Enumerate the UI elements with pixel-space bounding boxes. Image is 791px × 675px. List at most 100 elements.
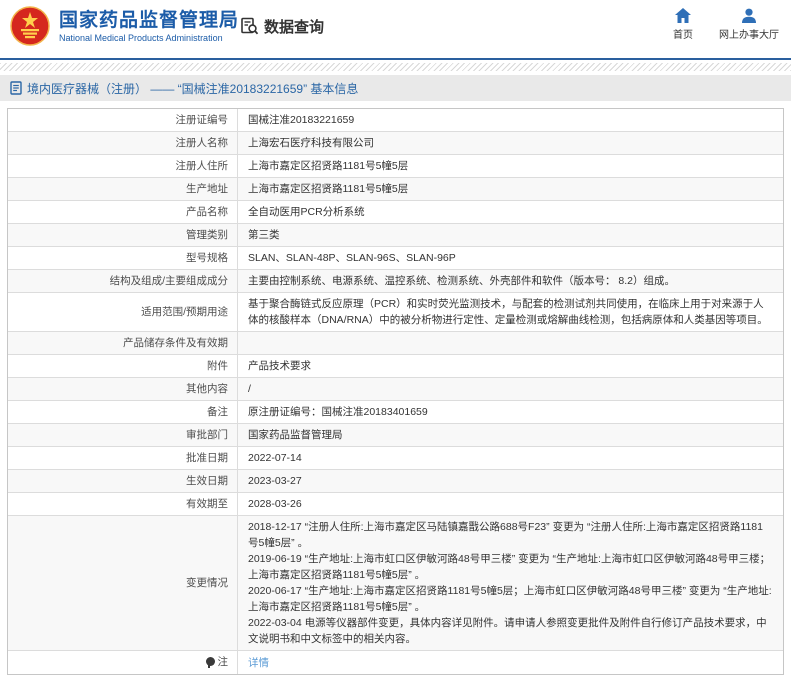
row-label-text: 有效期至 [186,497,228,512]
row-label-text: 注册证编号 [176,113,229,128]
data-query-section[interactable]: 数据查询 [240,16,324,37]
row-label-text: 附件 [207,359,228,374]
row-label-text: 批准日期 [186,451,228,466]
agency-title: 国家药品监督管理局 [59,9,239,32]
row-value: 产品技术要求 [238,355,783,377]
table-row: 其他内容 / [8,378,783,401]
row-value-text: 2023-03-27 [248,473,302,489]
table-row: 结构及组成/主要组成成分 主要由控制系统、电源系统、温控系统、检测系统、外壳部件和… [8,270,783,293]
row-value: 主要由控制系统、电源系统、温控系统、检测系统、外壳部件和软件（版本号： 8.2）… [238,270,783,292]
row-value [238,332,783,354]
row-value: 详情 [238,651,783,674]
data-query-icon [240,17,259,36]
row-value: 2023-03-27 [238,470,783,492]
nav-home-label: 首页 [673,26,693,41]
row-value-text: 上海宏石医疗科技有限公司 [248,135,374,151]
row-label: 附件 [8,355,238,377]
row-label: 注册证编号 [8,109,238,131]
row-value-text: / [248,381,251,397]
row-label-text: 结构及组成/主要组成成分 [110,274,228,289]
row-value-text: 上海市嘉定区招贤路1181号5幢5层 [248,181,408,197]
table-row: 产品储存条件及有效期 [8,332,783,355]
row-label: 有效期至 [8,493,238,515]
data-query-label: 数据查询 [264,16,324,37]
row-value-text: 2018-12-17 “注册人住所:上海市嘉定区马陆镇嘉戬公路688号F23” … [248,519,773,647]
row-label: 产品名称 [8,201,238,223]
brand: 国家药品监督管理局 National Medical Products Admi… [10,6,239,46]
row-label: 管理类别 [8,224,238,246]
table-row: 注册人住所 上海市嘉定区招贤路1181号5幢5层 [8,155,783,178]
table-row: 适用范围/预期用途基于聚合酶链式反应原理（PCR）和实时荧光监测技术，与配套的检… [8,293,783,332]
row-label-text: 管理类别 [186,228,228,243]
row-label-text: 生产地址 [186,182,228,197]
row-label-text: 注册人名称 [176,136,229,151]
row-value-text: 2028-03-26 [248,496,302,512]
row-value-text: 上海市嘉定区招贤路1181号5幢5层 [248,158,408,174]
row-label: 审批部门 [8,424,238,446]
row-value-text: 产品技术要求 [248,358,311,374]
top-nav: 首页 网上办事大厅 [673,8,779,41]
row-value: 国械注准20183221659 [238,109,783,131]
table-row: 管理类别第三类 [8,224,783,247]
row-label-text: 审批部门 [186,428,228,443]
row-label: 注 [8,651,238,674]
table-row: 批准日期 2022-07-14 [8,447,783,470]
row-label-text: 产品名称 [186,205,228,220]
row-value: 上海市嘉定区招贤路1181号5幢5层 [238,155,783,177]
table-row: 产品名称 全自动医用PCR分析系统 [8,201,783,224]
row-label-text: 产品储存条件及有效期 [123,336,228,351]
row-value-text: SLAN、SLAN-48P、SLAN-96S、SLAN-96P [248,250,456,266]
row-value-text: 全自动医用PCR分析系统 [248,204,365,220]
nav-service-hall[interactable]: 网上办事大厅 [719,8,779,41]
hatch-divider [0,63,791,71]
row-value: 上海市嘉定区招贤路1181号5幢5层 [238,178,783,200]
row-value: 全自动医用PCR分析系统 [238,201,783,223]
row-value: 国家药品监督管理局 [238,424,783,446]
row-label: 注册人名称 [8,132,238,154]
row-value: SLAN、SLAN-48P、SLAN-96S、SLAN-96P [238,247,783,269]
row-value: 2022-07-14 [238,447,783,469]
row-label: 变更情况 [8,516,238,650]
breadcrumb: 境内医疗器械（注册） —— “国械注准20183221659” 基本信息 [0,75,791,101]
document-icon [10,81,22,95]
row-value: 上海宏石医疗科技有限公司 [238,132,783,154]
row-label: 生产地址 [8,178,238,200]
row-label-text: 型号规格 [186,251,228,266]
table-row: 审批部门 国家药品监督管理局 [8,424,783,447]
row-label-text: 其他内容 [186,382,228,397]
table-row: 变更情况2018-12-17 “注册人住所:上海市嘉定区马陆镇嘉戬公路688号F… [8,516,783,651]
row-label-text: 备注 [207,405,228,420]
nmpa-emblem-logo [10,6,50,46]
table-row: 备注 原注册证编号：国械注准20183401659 [8,401,783,424]
table-row: 型号规格 SLAN、SLAN-48P、SLAN-96S、SLAN-96P [8,247,783,270]
note-icon [206,657,215,668]
site-header: 国家药品监督管理局 National Medical Products Admi… [0,0,791,58]
row-value-text: 主要由控制系统、电源系统、温控系统、检测系统、外壳部件和软件（版本号： 8.2）… [248,273,675,289]
table-row: 生效日期 2023-03-27 [8,470,783,493]
row-value-text: 国械注准20183221659 [248,112,354,128]
row-label: 产品储存条件及有效期 [8,332,238,354]
nav-service-hall-label: 网上办事大厅 [719,26,779,41]
row-label: 生效日期 [8,470,238,492]
row-value-text: 国家药品监督管理局 [248,427,343,443]
row-label: 型号规格 [8,247,238,269]
row-label: 注册人住所 [8,155,238,177]
detail-link[interactable]: 详情 [248,655,269,671]
table-row: 注册证编号 国械注准20183221659 [8,109,783,132]
row-value: 基于聚合酶链式反应原理（PCR）和实时荧光监测技术，与配套的检测试剂共同使用，在… [238,293,783,331]
row-label-text: 注 [218,655,229,670]
row-value: 原注册证编号：国械注准20183401659 [238,401,783,423]
row-value: 2028-03-26 [238,493,783,515]
row-value: / [238,378,783,400]
table-row: 生产地址 上海市嘉定区招贤路1181号5幢5层 [8,178,783,201]
row-label: 适用范围/预期用途 [8,293,238,331]
row-label: 结构及组成/主要组成成分 [8,270,238,292]
table-row: 附件 产品技术要求 [8,355,783,378]
row-label-text: 注册人住所 [176,159,229,174]
table-row: 注册人名称 上海宏石医疗科技有限公司 [8,132,783,155]
row-label-text: 生效日期 [186,474,228,489]
nav-home[interactable]: 首页 [673,8,693,41]
header-divider [0,58,791,60]
registration-info-table: 注册证编号国械注准20183221659注册人名称上海宏石医疗科技有限公司注册人… [7,108,784,675]
row-value-text: 原注册证编号：国械注准20183401659 [248,404,428,420]
